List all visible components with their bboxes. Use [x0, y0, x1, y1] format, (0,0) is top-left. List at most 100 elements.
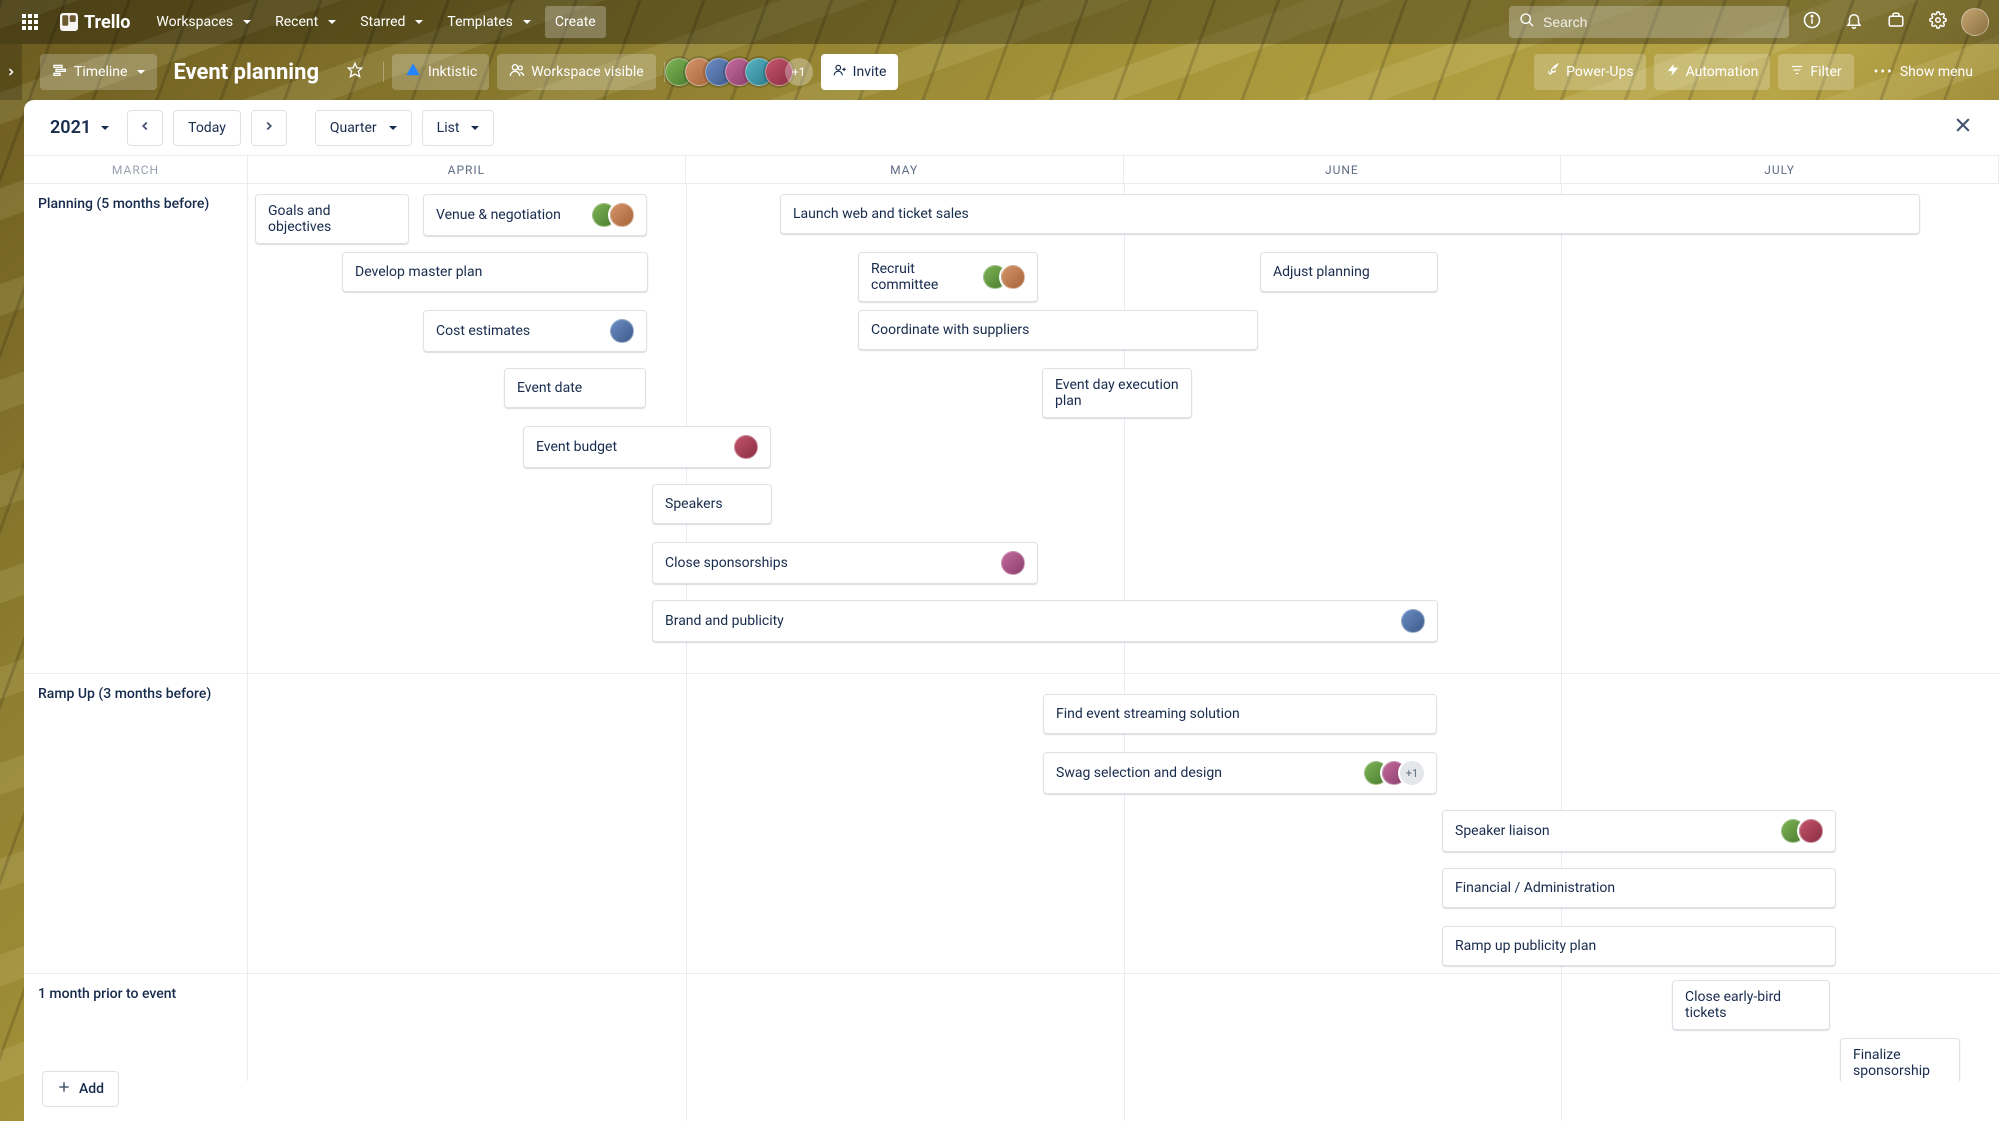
visibility-button[interactable]: Workspace visible	[497, 54, 655, 90]
powerups-button[interactable]: Power-Ups	[1534, 54, 1645, 90]
briefcase-button[interactable]	[1877, 6, 1915, 38]
bell-icon	[1845, 11, 1863, 33]
lane-label: Planning (5 months before)	[24, 184, 248, 673]
trello-logo[interactable]: Trello	[54, 12, 142, 33]
zoom-selector[interactable]: Quarter	[315, 110, 412, 146]
timeline-toolbar: 2021 Today Quarter List	[24, 100, 1999, 156]
chevron-left-icon	[138, 119, 152, 137]
timeline-card[interactable]: Swag selection and design +1	[1043, 752, 1437, 794]
timeline-card[interactable]: Launch web and ticket sales	[780, 194, 1920, 234]
add-button[interactable]: Add	[42, 1071, 119, 1107]
ellipsis-icon: •••	[1874, 64, 1894, 80]
filter-icon	[1790, 63, 1804, 81]
nav-recent[interactable]: Recent	[265, 6, 346, 38]
lane: Ramp Up (3 months before)Find event stre…	[24, 674, 1999, 974]
nav-templates[interactable]: Templates	[437, 6, 541, 38]
people-icon	[509, 62, 525, 82]
board-title[interactable]: Event planning	[165, 60, 327, 85]
prev-button[interactable]	[127, 110, 163, 146]
chevron-down-icon	[133, 64, 145, 80]
avatar	[1001, 265, 1025, 289]
timeline-card[interactable]: Speakers	[652, 484, 772, 524]
view-switcher[interactable]: Timeline	[40, 54, 157, 90]
info-button[interactable]	[1793, 6, 1831, 38]
close-button[interactable]	[1945, 111, 1981, 145]
card-avatars: +1	[1370, 761, 1424, 785]
automation-button[interactable]: Automation	[1654, 54, 1771, 90]
timeline-card[interactable]: Find event streaming solution	[1043, 694, 1437, 734]
star-button[interactable]	[335, 54, 375, 90]
card-title: Develop master plan	[355, 264, 482, 280]
notifications-button[interactable]	[1835, 6, 1873, 38]
today-button[interactable]: Today	[173, 110, 241, 146]
timeline-card[interactable]: Ramp up publicity plan	[1442, 926, 1836, 966]
search-box[interactable]	[1509, 6, 1789, 38]
card-title: Venue & negotiation	[436, 207, 561, 223]
avatar-overflow: +1	[1400, 761, 1424, 785]
timeline-card[interactable]: Adjust planning	[1260, 252, 1438, 292]
info-icon	[1803, 11, 1821, 33]
timeline-card[interactable]: Finalize sponsorship	[1840, 1038, 1960, 1081]
search-icon	[1519, 12, 1535, 32]
timeline-card[interactable]: Brand and publicity	[652, 600, 1438, 642]
plus-icon	[57, 1080, 71, 1098]
card-title: Cost estimates	[436, 323, 530, 339]
star-icon	[347, 62, 363, 82]
timeline-panel: 2021 Today Quarter List MARCH APRILMAYJU…	[24, 100, 1999, 1121]
card-title: Recruit committee	[871, 261, 981, 293]
next-button[interactable]	[251, 110, 287, 146]
timeline-card[interactable]: Event day execution plan	[1042, 368, 1192, 418]
timeline-card[interactable]: Event budget	[523, 426, 771, 468]
timeline-card[interactable]: Goals and objectives	[255, 194, 409, 244]
nav-starred[interactable]: Starred	[350, 6, 433, 38]
expand-sidebar[interactable]	[0, 44, 22, 100]
workspace-button[interactable]: Inktistic	[392, 54, 489, 90]
card-title: Financial / Administration	[1455, 880, 1615, 896]
card-title: Coordinate with suppliers	[871, 322, 1029, 338]
member-avatars[interactable]: +1	[673, 58, 813, 86]
search-input[interactable]	[1543, 14, 1779, 30]
avatar	[734, 435, 758, 459]
avatar	[610, 203, 634, 227]
timeline-card[interactable]: Close early-bird tickets	[1672, 980, 1830, 1030]
invite-button[interactable]: Invite	[821, 54, 899, 90]
show-menu-button[interactable]: ••• Show menu	[1862, 54, 1985, 90]
month-header: APRIL	[248, 156, 686, 183]
top-nav: Trello Workspaces Recent Starred Templat…	[0, 0, 1999, 44]
card-avatars	[740, 435, 758, 459]
card-title: Goals and objectives	[268, 203, 396, 235]
timeline-card[interactable]: Speaker liaison	[1442, 810, 1836, 852]
grid-icon	[20, 12, 40, 32]
timeline-card[interactable]: Event date	[504, 368, 646, 408]
timeline-card[interactable]: Coordinate with suppliers	[858, 310, 1258, 350]
timeline-card[interactable]: Venue & negotiation	[423, 194, 647, 236]
avatar	[1401, 609, 1425, 633]
settings-button[interactable]	[1919, 6, 1957, 38]
month-header: JULY	[1561, 156, 1999, 183]
timeline-card[interactable]: Recruit committee	[858, 252, 1038, 302]
card-avatars	[1407, 609, 1425, 633]
user-avatar[interactable]	[1961, 8, 1989, 36]
member-overflow[interactable]: +1	[785, 58, 813, 86]
year-selector[interactable]: 2021	[42, 117, 117, 138]
brand-text: Trello	[84, 12, 130, 33]
lane-label: 1 month prior to event	[24, 974, 248, 1081]
card-avatars	[616, 319, 634, 343]
create-button[interactable]: Create	[545, 6, 606, 38]
timeline-card[interactable]: Close sponsorships	[652, 542, 1038, 584]
card-title: Swag selection and design	[1056, 765, 1222, 781]
briefcase-icon	[1887, 11, 1905, 33]
card-title: Launch web and ticket sales	[793, 206, 969, 222]
timeline-card[interactable]: Develop master plan	[342, 252, 648, 292]
nav-workspaces[interactable]: Workspaces	[146, 6, 261, 38]
timeline-card[interactable]: Financial / Administration	[1442, 868, 1836, 908]
timeline-icon	[52, 62, 68, 82]
apps-switcher[interactable]	[10, 6, 50, 38]
card-title: Adjust planning	[1273, 264, 1370, 280]
month-header: JUNE	[1124, 156, 1562, 183]
timeline-card[interactable]: Cost estimates	[423, 310, 647, 352]
group-selector[interactable]: List	[422, 110, 495, 146]
card-avatars	[1007, 551, 1025, 575]
avatar	[1001, 551, 1025, 575]
filter-button[interactable]: Filter	[1778, 54, 1853, 90]
